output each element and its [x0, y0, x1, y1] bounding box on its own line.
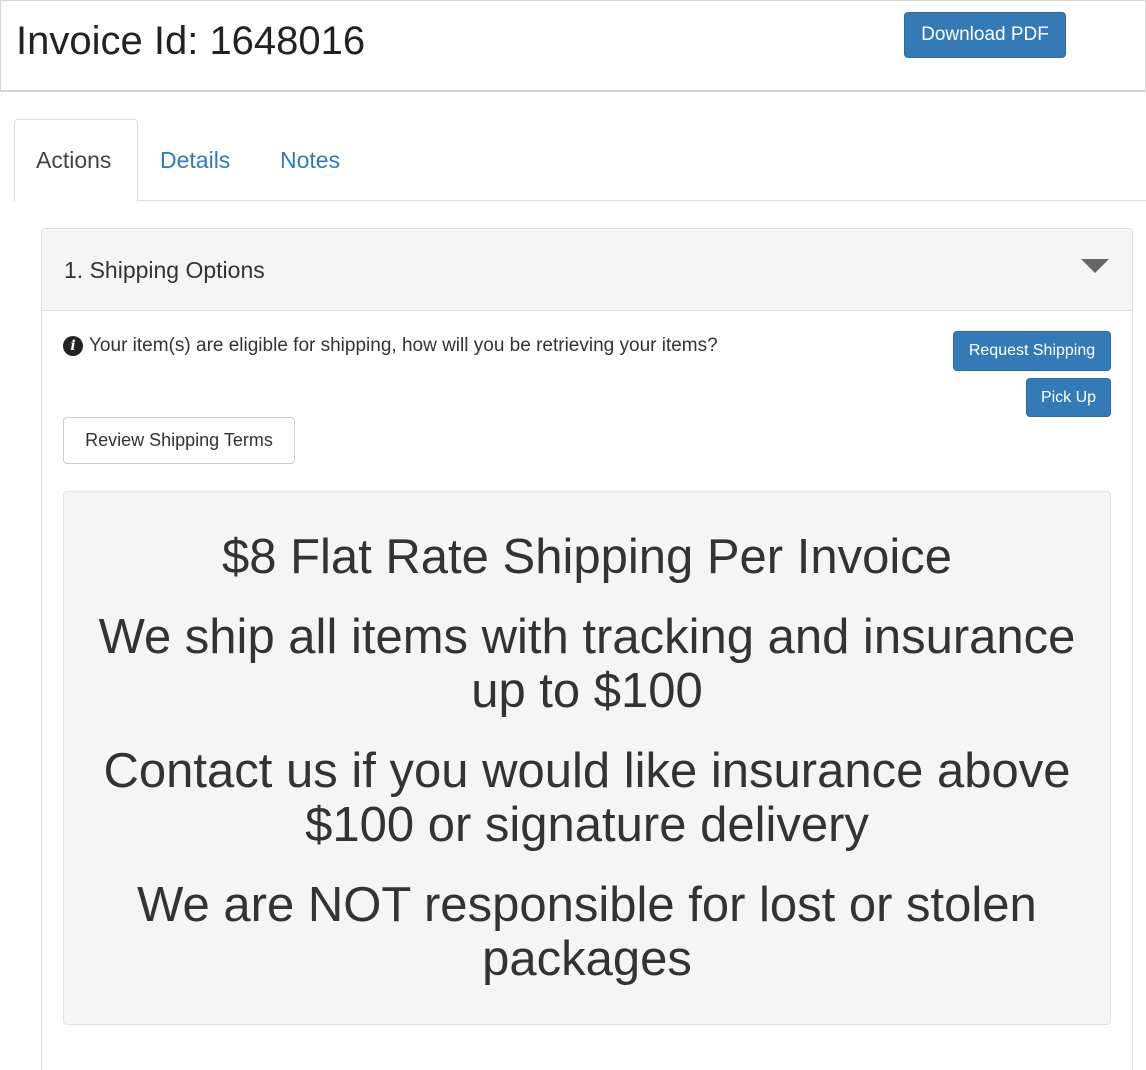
shipping-eligibility-message: i Your item(s) are eligible for shipping… [63, 333, 718, 359]
shipping-terms-box: $8 Flat Rate Shipping Per Invoice We shi… [63, 491, 1111, 1025]
panel-title: 1. Shipping Options [64, 257, 265, 283]
request-shipping-button[interactable]: Request Shipping [953, 331, 1111, 371]
shipping-options-panel: 1. Shipping Options i Your item(s) are e… [41, 228, 1133, 1070]
terms-line: We are NOT responsible for lost or stole… [137, 878, 1037, 986]
info-circle-icon: i [63, 336, 83, 356]
terms-line: $8 Flat Rate Shipping Per Invoice [222, 530, 952, 584]
download-pdf-button[interactable]: Download PDF [904, 12, 1066, 58]
tab-details[interactable]: Details [160, 119, 240, 201]
invoice-header: Invoice Id: 1648016 Download PDF [0, 0, 1146, 92]
caret-down-icon[interactable] [1081, 259, 1109, 273]
tab-bar: Actions Details Notes [14, 119, 1146, 202]
tab-notes[interactable]: Notes [280, 119, 350, 201]
tab-actions[interactable]: Actions [14, 119, 138, 202]
terms-line: Contact us if you would like insurance a… [103, 744, 1071, 852]
pick-up-button[interactable]: Pick Up [1026, 378, 1111, 417]
terms-line: We ship all items with tracking and insu… [98, 610, 1076, 718]
info-text: Your item(s) are eligible for shipping, … [89, 335, 718, 356]
review-shipping-terms-button[interactable]: Review Shipping Terms [63, 417, 295, 464]
panel-heading[interactable]: 1. Shipping Options [42, 229, 1132, 311]
page-title: Invoice Id: 1648016 [16, 19, 366, 63]
